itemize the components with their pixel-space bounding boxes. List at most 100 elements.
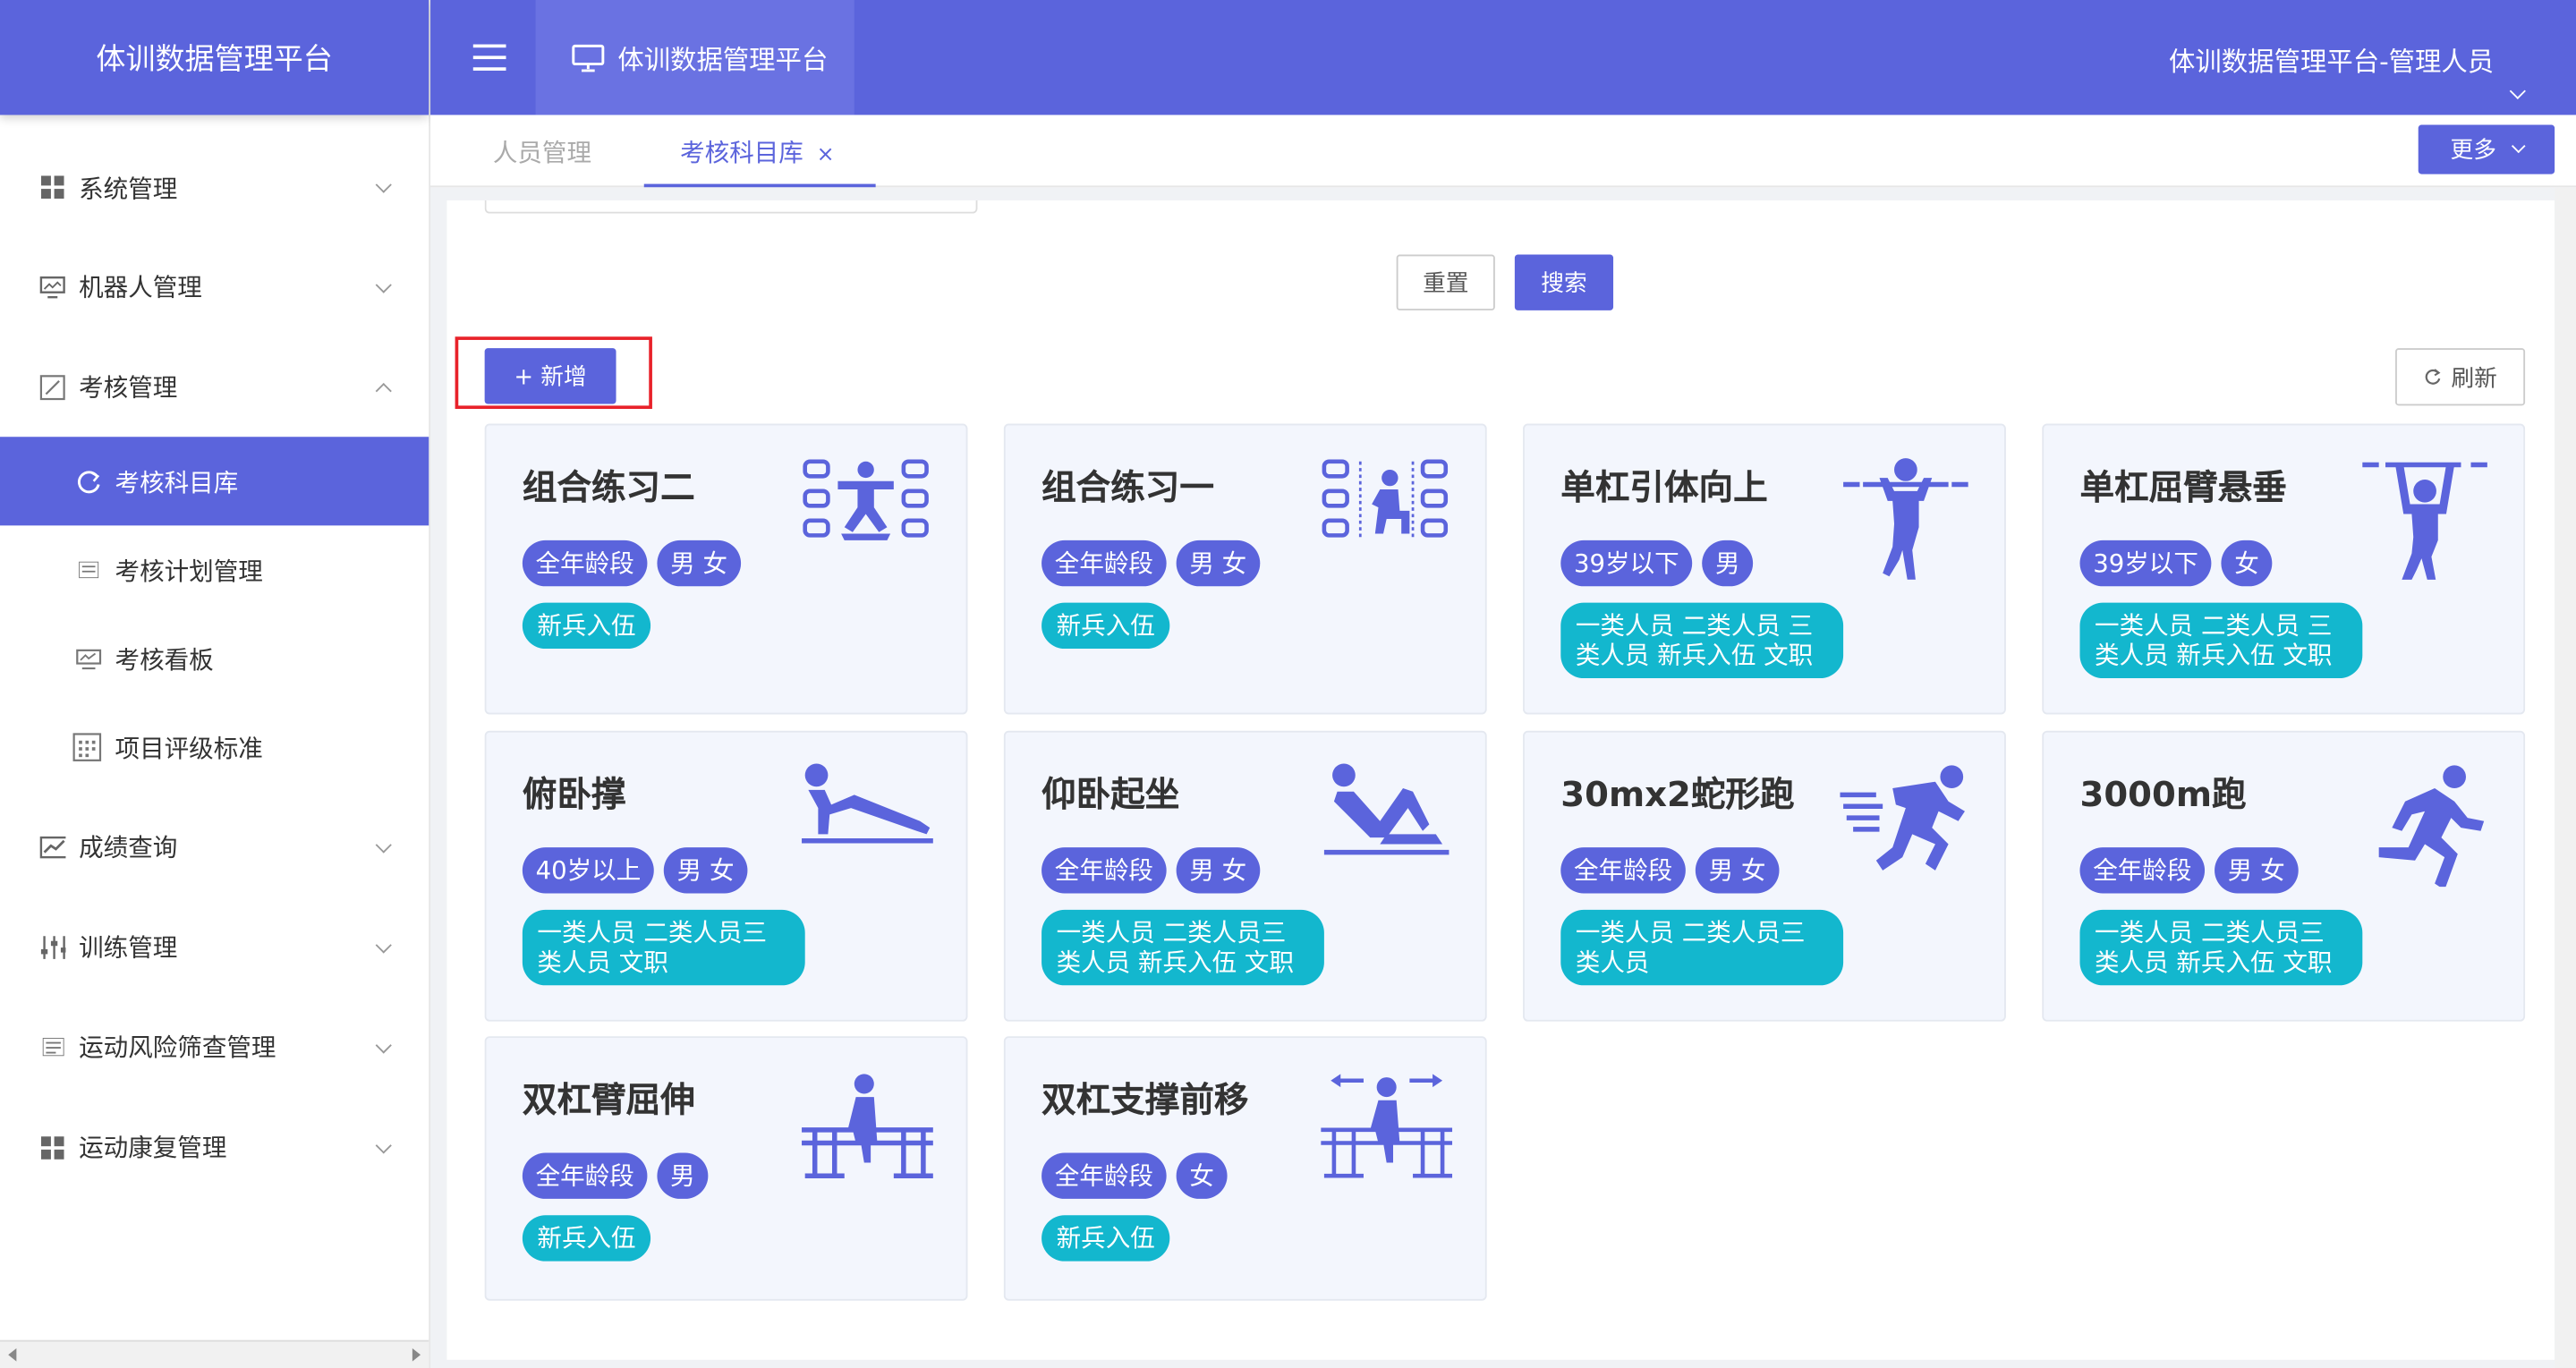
- card-title: 3000m跑: [2079, 775, 2247, 815]
- monitor-icon: [572, 44, 605, 72]
- gender-tag: 男 女: [1695, 847, 1780, 894]
- subject-card[interactable]: 仰卧起坐 全年龄段男 女 一类人员 二类人员三类人员 新兵入伍 文职: [1003, 730, 1487, 1022]
- monitor-icon: [39, 274, 65, 300]
- more-button[interactable]: 更多: [2418, 124, 2555, 174]
- chevron-down-icon: [375, 1136, 392, 1153]
- chevron-down-icon: [2511, 139, 2525, 154]
- tab-label: 考核科目库: [680, 138, 803, 168]
- gender-tag: 男: [657, 1152, 709, 1199]
- sidebar-item-label: 机器人管理: [79, 272, 202, 302]
- subject-card[interactable]: 3000m跑 全年龄段男 女 一类人员 二类人员三类人员 新兵入伍 文职: [2042, 730, 2526, 1022]
- calendar-icon: [72, 733, 102, 762]
- age-tag: 40岁以上: [522, 847, 654, 894]
- card-title: 组合练习一: [1041, 468, 1214, 508]
- add-button[interactable]: + 新增: [484, 348, 616, 404]
- sliders-icon: [39, 933, 66, 959]
- refresh-button[interactable]: 刷新: [2395, 348, 2526, 406]
- sidebar-item-label: 考核管理: [79, 372, 178, 403]
- chart-icon: [39, 834, 66, 860]
- sidebar-item-board[interactable]: 考核看板: [0, 614, 429, 702]
- group-tag: 一类人员 二类人员三类人员 新兵入伍 文职: [1041, 909, 1324, 986]
- scroll-left-icon[interactable]: [8, 1347, 17, 1362]
- group-tag: 新兵入伍: [522, 602, 651, 650]
- subject-card[interactable]: 组合练习一 全年龄段男 女 新兵入伍: [1003, 423, 1487, 715]
- sidebar-item-assessment[interactable]: 考核管理: [0, 336, 429, 437]
- card-title: 双杠支撑前移: [1041, 1080, 1249, 1120]
- sidebar-item-plan[interactable]: 考核计划管理: [0, 525, 429, 614]
- subject-card[interactable]: 30mx2蛇形跑 全年龄段男 女 一类人员 二类人员三类人员: [1523, 730, 2006, 1022]
- sidebar-item-label: 运动风险筛查管理: [79, 1032, 276, 1063]
- chevron-down-icon: [375, 1036, 392, 1053]
- tab-subject-library[interactable]: 考核科目库 ×: [643, 115, 876, 188]
- search-button[interactable]: 搜索: [1514, 254, 1614, 310]
- subject-card[interactable]: 单杠引体向上 39岁以下男 一类人员 二类人员 三类人员 新兵入伍 文职: [1523, 423, 2006, 715]
- combo-exercise-icon: [802, 455, 933, 579]
- user-name: 体训数据管理平台-管理人员: [2169, 46, 2495, 78]
- subject-card[interactable]: 双杠臂屈伸 全年龄段男 新兵入伍: [484, 1036, 968, 1301]
- card-title: 30mx2蛇形跑: [1560, 775, 1795, 815]
- grid-icon: [39, 174, 65, 200]
- gender-tag: 男: [1702, 540, 1754, 587]
- sidebar-item-rehab[interactable]: 运动康复管理: [0, 1097, 429, 1197]
- reset-button[interactable]: 重置: [1396, 254, 1495, 310]
- chevron-down-icon: [375, 176, 392, 193]
- group-tag: 一类人员 二类人员 三类人员 新兵入伍 文职: [2079, 602, 2363, 679]
- chevron-down-icon: [375, 836, 392, 853]
- close-icon[interactable]: ×: [817, 143, 835, 168]
- subject-card[interactable]: 组合练习二 全年龄段男 女 新兵入伍: [484, 423, 968, 715]
- sidebar-item-scores[interactable]: 成绩查询: [0, 796, 429, 896]
- sidebar-item-robot[interactable]: 机器人管理: [0, 236, 429, 336]
- age-tag: 全年龄段: [522, 540, 648, 587]
- sidebar-item-system[interactable]: 系统管理: [0, 136, 429, 238]
- sidebar-item-label: 训练管理: [79, 932, 178, 963]
- sidebar-item-label: 考核科目库: [115, 467, 239, 497]
- parallel-bars-move-icon: [1321, 1067, 1453, 1192]
- sidebar-item-training[interactable]: 训练管理: [0, 896, 429, 997]
- scroll-right-icon[interactable]: [412, 1347, 421, 1362]
- gender-tag: 男 女: [2215, 847, 2299, 894]
- refresh-icon: [2423, 368, 2441, 386]
- sidebar-menu: 系统管理 机器人管理 考核管理 考核科目库 考核计划管理 考核看板 项目评级标准…: [0, 136, 429, 1197]
- sidebar-item-subject-library[interactable]: 考核科目库: [0, 437, 429, 526]
- gender-tag: 女: [1176, 1152, 1228, 1199]
- page-tabs: 人员管理 考核科目库 × 更多: [430, 115, 2576, 188]
- sidebar-horizontal-scrollbar[interactable]: [0, 1339, 429, 1368]
- age-tag: 39岁以下: [2079, 540, 2212, 587]
- age-tag: 39岁以下: [1560, 540, 1693, 587]
- group-tag: 新兵入伍: [1041, 1215, 1170, 1262]
- header-app-tab[interactable]: 体训数据管理平台: [535, 0, 854, 115]
- app-logo-title: 体训数据管理平台: [0, 0, 429, 115]
- sprint-icon: [1840, 762, 1971, 887]
- pull-up-icon: [1840, 455, 1971, 580]
- group-tag: 新兵入伍: [1041, 602, 1170, 650]
- chevron-down-icon: [375, 276, 392, 293]
- parallel-bars-icon: [802, 1067, 933, 1192]
- user-menu[interactable]: 体训数据管理平台-管理人员: [2169, 39, 2526, 99]
- more-label: 更多: [2450, 138, 2496, 165]
- list-icon: [39, 1033, 65, 1059]
- age-tag: 全年龄段: [1041, 847, 1167, 894]
- sidebar-item-label: 考核看板: [115, 644, 214, 675]
- sidebar-item-risk[interactable]: 运动风险筛查管理: [0, 997, 429, 1097]
- subject-card[interactable]: 单杠屈臂悬垂 39岁以下女 一类人员 二类人员 三类人员 新兵入伍 文职: [2042, 423, 2526, 715]
- sidebar-item-rating[interactable]: 项目评级标准: [0, 703, 429, 792]
- header-tab-title: 体训数据管理平台: [617, 44, 829, 76]
- hamburger-menu-icon[interactable]: [472, 44, 506, 71]
- chevron-down-icon: [375, 936, 392, 953]
- filter-input-partial[interactable]: [484, 200, 978, 214]
- card-title: 单杠屈臂悬垂: [2079, 468, 2287, 508]
- sidebar-item-label: 考核计划管理: [115, 556, 263, 586]
- group-tag: 一类人员 二类人员三类人员 文职: [522, 909, 805, 986]
- tab-personnel[interactable]: 人员管理: [493, 115, 591, 187]
- sit-up-icon: [1321, 762, 1452, 887]
- group-tag: 新兵入伍: [522, 1215, 651, 1262]
- subject-card[interactable]: 双杠支撑前移 全年龄段女 新兵入伍: [1003, 1036, 1487, 1301]
- sidebar-item-label: 项目评级标准: [115, 733, 263, 763]
- grid-icon: [39, 1134, 65, 1160]
- push-up-icon: [802, 762, 933, 887]
- content-scrollbar[interactable]: [2555, 187, 2576, 1368]
- subject-card[interactable]: 俯卧撑 40岁以上男 女 一类人员 二类人员三类人员 文职: [484, 730, 968, 1022]
- group-tag: 一类人员 二类人员 三类人员 新兵入伍 文职: [1560, 602, 1844, 679]
- age-tag: 全年龄段: [522, 1152, 648, 1199]
- group-tag: 一类人员 二类人员三类人员: [1560, 909, 1844, 986]
